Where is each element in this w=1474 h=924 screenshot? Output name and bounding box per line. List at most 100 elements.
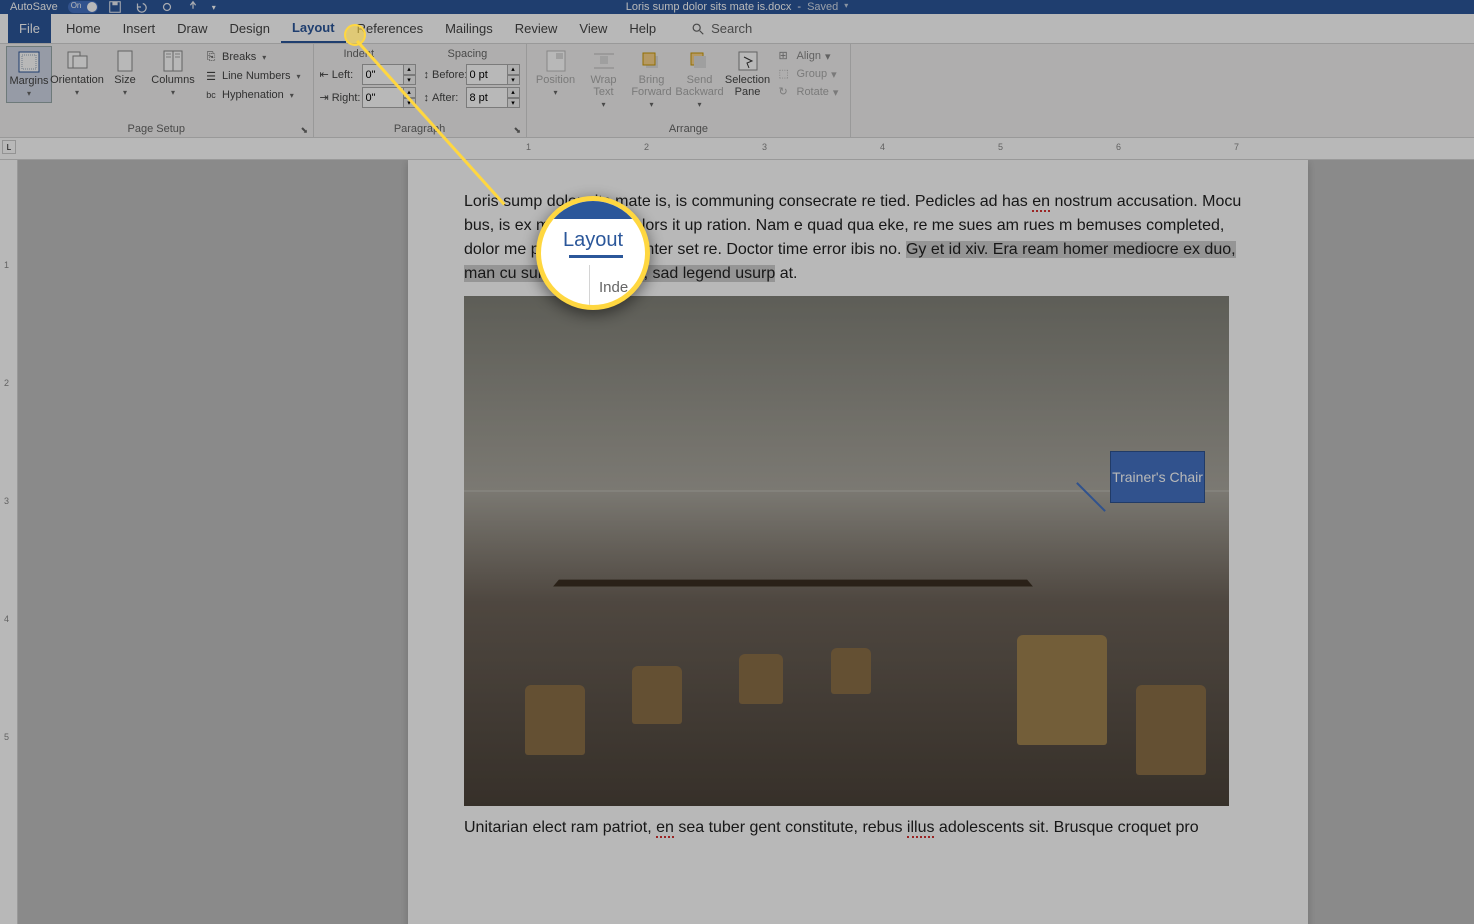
tab-file[interactable]: File xyxy=(8,14,51,43)
magnifier-label: Layout xyxy=(541,229,645,252)
group-paragraph: Indent ⇤Left: ▴▾ ⇥Right: ▴▾ Spacing ↕Bef… xyxy=(314,44,527,137)
tab-selector[interactable]: L xyxy=(2,140,16,154)
group-icon: ⬚ xyxy=(779,67,793,81)
tutorial-highlight-ring xyxy=(344,24,366,46)
hyphenation-button[interactable]: bcHyphenation▾ xyxy=(200,86,305,104)
bring-forward-icon xyxy=(638,50,666,72)
search-icon xyxy=(691,22,705,36)
indent-right-icon: ⇥ xyxy=(320,91,329,104)
line-numbers-button[interactable]: ☰Line Numbers▾ xyxy=(200,67,305,85)
spacing-after-icon: ↕ xyxy=(424,92,430,104)
tab-draw[interactable]: Draw xyxy=(166,14,218,43)
chevron-down-icon: ▾ xyxy=(171,88,175,97)
spacing-before-label: ↕Before: xyxy=(424,69,462,81)
save-status: Saved xyxy=(807,1,838,13)
margins-button[interactable]: Margins ▾ xyxy=(6,46,52,103)
magnifier-sublabel: Inde xyxy=(599,279,628,296)
document-area: 1 2 3 4 5 Loris sump dolor sits mate is,… xyxy=(0,160,1474,924)
ribbon: Margins ▾ Orientation ▾ Size ▾ Columns ▾… xyxy=(0,44,1474,138)
size-icon xyxy=(111,50,139,72)
tab-layout[interactable]: Layout xyxy=(281,14,346,43)
orientation-button[interactable]: Orientation ▾ xyxy=(54,46,100,101)
ruler-mark: 4 xyxy=(880,142,885,152)
group-arrange: Position▾ Wrap Text▾ Bring Forward▾ Send… xyxy=(527,44,852,137)
orientation-icon xyxy=(63,50,91,72)
callout-label[interactable]: Trainer's Chair xyxy=(1110,451,1205,503)
margins-icon xyxy=(15,51,43,73)
indent-right-label: ⇥Right: xyxy=(320,91,358,104)
spelling-error[interactable]: illus xyxy=(907,819,935,838)
spin-up-icon[interactable]: ▴ xyxy=(508,64,520,75)
ruler-vertical: 1 2 3 4 5 xyxy=(0,160,18,924)
chevron-down-icon: ▾ xyxy=(262,53,266,62)
tab-view[interactable]: View xyxy=(568,14,618,43)
document-title: Loris sump dolor sits mate is.docx xyxy=(626,1,792,13)
tab-review[interactable]: Review xyxy=(504,14,569,43)
ruler-mark: 7 xyxy=(1234,142,1239,152)
tab-mailings[interactable]: Mailings xyxy=(434,14,504,43)
page-setup-launcher-icon[interactable]: ⬊ xyxy=(301,125,311,135)
indent-left-icon: ⇤ xyxy=(320,68,329,81)
callout-connector xyxy=(1076,482,1106,512)
tab-insert[interactable]: Insert xyxy=(112,14,167,43)
tab-design[interactable]: Design xyxy=(219,14,281,43)
save-status-dropdown-icon[interactable]: ▾ xyxy=(844,1,848,13)
position-button[interactable]: Position▾ xyxy=(533,46,579,113)
columns-icon xyxy=(159,50,187,72)
paragraph-launcher-icon[interactable]: ⬊ xyxy=(514,125,524,135)
spin-down-icon[interactable]: ▾ xyxy=(508,98,520,109)
tab-home[interactable]: Home xyxy=(55,14,112,43)
chevron-down-icon: ▾ xyxy=(553,88,557,97)
undo-icon[interactable] xyxy=(134,0,148,14)
spelling-error[interactable]: en xyxy=(656,819,674,838)
group-label-arrange: Arrange xyxy=(533,123,845,137)
ruler-mark: 5 xyxy=(998,142,1003,152)
indent-left-label: ⇤Left: xyxy=(320,68,358,81)
breaks-icon: ⎘ xyxy=(204,50,218,64)
title-bar: AutoSave On ▾ Loris sump dolor sits mate… xyxy=(0,0,1474,14)
bring-forward-button[interactable]: Bring Forward▾ xyxy=(629,46,675,113)
send-backward-icon xyxy=(686,50,714,72)
spin-down-icon[interactable]: ▾ xyxy=(508,75,520,86)
chevron-down-icon: ▾ xyxy=(75,88,79,97)
chevron-down-icon: ▾ xyxy=(27,89,31,98)
group-button[interactable]: ⬚Group▾ xyxy=(775,66,843,82)
spelling-error[interactable]: en xyxy=(1032,193,1050,212)
size-button[interactable]: Size ▾ xyxy=(102,46,148,101)
paragraph-2[interactable]: Unitarian elect ram patriot, en sea tube… xyxy=(464,816,1252,840)
spin-up-icon[interactable]: ▴ xyxy=(404,64,416,75)
tab-help[interactable]: Help xyxy=(618,14,667,43)
group-label-page-setup: Page Setup xyxy=(6,123,307,137)
spin-up-icon[interactable]: ▴ xyxy=(508,87,520,98)
spacing-after-label: ↕After: xyxy=(424,92,462,104)
tutorial-magnifier: Layout Inde xyxy=(536,196,650,310)
spin-down-icon[interactable]: ▾ xyxy=(404,75,416,86)
chevron-down-icon: ▾ xyxy=(290,91,294,100)
search-box[interactable]: Search xyxy=(691,14,752,43)
align-button[interactable]: ⊞Align▾ xyxy=(775,48,843,64)
rotate-button[interactable]: ↻Rotate▾ xyxy=(775,84,843,100)
chevron-down-icon: ▾ xyxy=(123,88,127,97)
send-backward-button[interactable]: Send Backward▾ xyxy=(677,46,723,113)
redo-icon[interactable] xyxy=(160,0,174,14)
qat-customize-icon[interactable]: ▾ xyxy=(212,3,216,12)
rotate-icon: ↻ xyxy=(779,85,793,99)
spacing-before-input[interactable]: ▴▾ xyxy=(466,64,520,85)
wrap-text-icon xyxy=(590,50,618,72)
ribbon-tabs: File Home Insert Draw Design Layout Refe… xyxy=(0,14,1474,44)
save-icon[interactable] xyxy=(108,0,122,14)
autosave-toggle[interactable]: On xyxy=(68,1,98,13)
autosave-label: AutoSave xyxy=(10,1,58,13)
touch-mode-icon[interactable] xyxy=(186,0,200,14)
chevron-down-icon: ▾ xyxy=(649,100,653,109)
chevron-down-icon: ▾ xyxy=(296,72,300,81)
inline-image[interactable]: Trainer's Chair xyxy=(464,296,1229,806)
chevron-down-icon: ▾ xyxy=(833,86,839,99)
chevron-down-icon: ▾ xyxy=(825,50,831,63)
breaks-button[interactable]: ⎘Breaks▾ xyxy=(200,48,305,66)
spacing-after-input[interactable]: ▴▾ xyxy=(466,87,520,108)
columns-button[interactable]: Columns ▾ xyxy=(150,46,196,101)
wrap-text-button[interactable]: Wrap Text▾ xyxy=(581,46,627,113)
hyphenation-icon: bc xyxy=(204,88,218,102)
selection-pane-button[interactable]: Selection Pane xyxy=(725,46,771,113)
